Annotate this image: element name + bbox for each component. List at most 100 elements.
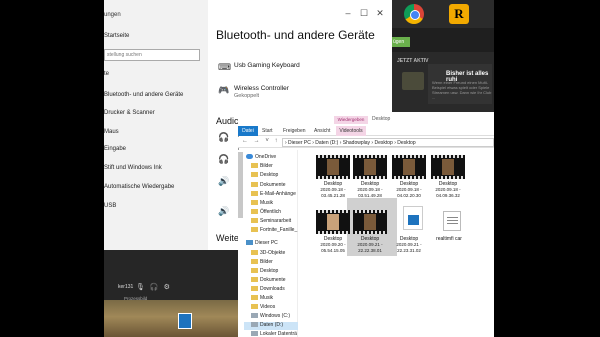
add-button[interactable]: ügen <box>392 37 410 47</box>
navigation-scrollbar[interactable] <box>238 152 243 218</box>
sidebar-header: ungen <box>104 12 121 18</box>
tree-item[interactable]: Bilder <box>251 259 273 265</box>
now-active-label: JETZT AKTIV <box>397 58 429 64</box>
activity-image <box>402 72 424 90</box>
tree-item[interactable]: Dokumente <box>251 277 286 283</box>
tab-file[interactable]: Datei <box>238 126 258 136</box>
gamepad-icon: 🎮 <box>218 85 230 95</box>
audio-heading: Audic <box>216 116 239 126</box>
file-time: 03.51.49.28 <box>358 193 382 198</box>
file-time: 22.23.31.02 <box>397 248 421 253</box>
close-button[interactable]: ✕ <box>372 8 388 19</box>
tree-item[interactable]: Bilder <box>251 163 273 169</box>
tree-item[interactable]: 3D-Objekte <box>251 250 285 256</box>
file-date: 2020.09.18 - <box>357 187 383 192</box>
voice-overlay <box>104 250 238 300</box>
drive-icon <box>251 313 258 319</box>
minimize-button[interactable]: – <box>340 8 356 18</box>
tree-item[interactable]: Musik <box>251 295 273 301</box>
tree-item[interactable]: Lokaler Datenträ <box>251 331 297 337</box>
keyboard-icon: ⌨ <box>218 62 231 72</box>
pc-icon <box>246 240 253 246</box>
speaker-icon: 🔊 <box>218 176 230 186</box>
settings-search-input[interactable]: stellung suchen <box>104 49 200 61</box>
sidebar-item-printers[interactable]: Drucker & Scanner <box>104 110 155 116</box>
video-thumbnail[interactable] <box>316 210 350 234</box>
more-settings-heading: Weite <box>216 233 239 243</box>
sidebar-item-input[interactable]: Eingabe <box>104 146 126 152</box>
tab-view[interactable]: Ansicht <box>314 126 330 136</box>
tree-item[interactable]: Windows (C:) <box>251 313 290 319</box>
file-date: 2020.09.18 - <box>435 187 461 192</box>
tree-item[interactable]: Öffentlich <box>251 209 281 215</box>
tab-share[interactable]: Freigeben <box>283 126 306 136</box>
sidebar-item-pen[interactable]: Stift und Windows Ink <box>104 165 162 171</box>
folder-icon <box>251 172 258 178</box>
tree-item[interactable]: Downloads <box>251 286 285 292</box>
file-time: 04.09.36.32 <box>436 193 460 198</box>
tree-item[interactable]: OneDrive <box>246 154 276 160</box>
text-file-icon[interactable] <box>443 211 461 231</box>
tree-item-label: 3D-Objekte <box>260 250 286 256</box>
sidebar-item-home[interactable]: Startseite <box>104 33 129 39</box>
video-thumbnail[interactable] <box>178 313 192 329</box>
drive-icon <box>251 322 258 328</box>
gear-icon[interactable]: ⚙ <box>164 284 175 291</box>
sidebar-item-mouse[interactable]: Maus <box>104 129 119 135</box>
address-bar[interactable]: › Dieser PC › Daten (D:) › Shadowplay › … <box>282 138 494 147</box>
folder-icon <box>251 182 258 188</box>
screen: R ügen JETZT AKTIV Bisher ist alles ruhi… <box>0 0 600 337</box>
video-thumbnail[interactable] <box>392 155 426 179</box>
video-thumbnail[interactable] <box>353 155 387 179</box>
nav-arrows[interactable]: ← → ˅ ↑ <box>242 138 280 144</box>
folder-icon <box>251 295 258 301</box>
tree-item[interactable]: Fortnite_Fanille_ <box>251 227 297 233</box>
tree-item-label: Videos <box>260 304 276 310</box>
microphone-icon[interactable]: 🎙 <box>136 284 150 291</box>
folder-icon <box>251 286 258 292</box>
headphones-icon: 🎧 <box>218 132 230 142</box>
page-title: Bluetooth- und andere Geräte <box>216 28 375 42</box>
tree-item-label: Bilder <box>260 163 273 169</box>
tree-item[interactable]: Videos <box>251 304 275 310</box>
device-status: Gekoppelt <box>234 93 260 99</box>
tree-item[interactable]: E-Mail-Anhänge <box>251 191 296 197</box>
rockstar-icon[interactable]: R <box>449 4 469 24</box>
tree-item[interactable]: Musik <box>251 200 273 206</box>
thumbnail-frame <box>442 159 454 175</box>
folder-icon <box>251 191 258 197</box>
video-file-icon[interactable] <box>403 206 423 230</box>
tree-item-label: Dokumente <box>260 182 286 188</box>
video-thumbnail[interactable] <box>316 155 350 179</box>
file-name[interactable]: realtimfi car <box>427 236 471 242</box>
tree-item[interactable]: Seminararbeit <box>251 218 291 224</box>
tree-item-label: Daten (D:) <box>260 322 284 328</box>
video-thumbnail[interactable] <box>431 155 465 179</box>
sidebar-item-bluetooth[interactable]: Bluetooth- und andere Geräte <box>104 92 183 98</box>
folder-icon <box>251 227 258 233</box>
tree-item-label: Dokumente <box>260 277 286 283</box>
maximize-button[interactable]: ☐ <box>356 8 372 19</box>
tree-item[interactable]: Dokumente <box>251 182 286 188</box>
headset-icon[interactable]: 🎧 <box>150 284 164 291</box>
file-time: 04.02.20.30 <box>397 193 421 198</box>
play-context-tab[interactable]: Wiedergeben <box>334 116 368 124</box>
tree-item-label: OneDrive <box>255 154 277 160</box>
video-thumbnail[interactable] <box>353 210 387 234</box>
activity-card: Bisher ist alles ruhi Wenn einer Freund … <box>428 64 492 104</box>
tab-start[interactable]: Start <box>262 126 273 136</box>
tree-item[interactable]: Daten (D:) <box>251 322 283 328</box>
sidebar-item-autoplay[interactable]: Automatische Wiedergabe <box>104 184 174 190</box>
thumbnail-frame <box>327 159 339 175</box>
chrome-icon[interactable] <box>404 4 424 24</box>
tree-item-label: Desktop <box>260 268 279 274</box>
tree-item[interactable]: Desktop <box>251 172 278 178</box>
username: ker131 <box>118 284 134 290</box>
tree-item[interactable]: Dieser PC <box>246 240 278 246</box>
tree-item[interactable]: Desktop <box>251 268 278 274</box>
folder-icon <box>251 218 258 224</box>
device-name: Wireless Controller <box>234 85 289 92</box>
tab-videotools[interactable]: Videotools <box>336 126 366 136</box>
folder-icon <box>251 277 258 283</box>
sidebar-item-usb[interactable]: USB <box>104 203 116 209</box>
